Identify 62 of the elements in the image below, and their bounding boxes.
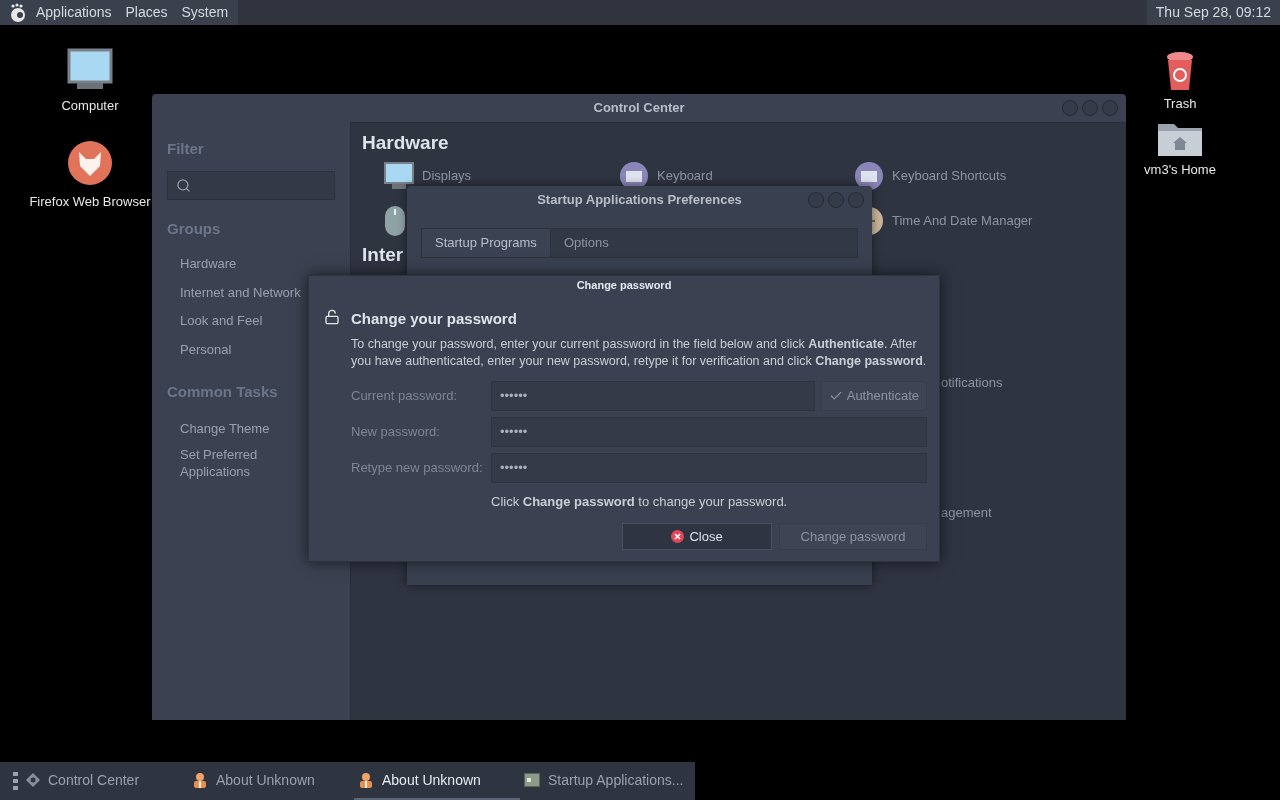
hint-text: Click Change password to change your password. xyxy=(491,492,789,511)
section-heading: Inter xyxy=(362,242,404,267)
person-icon xyxy=(192,772,208,788)
panel-menu[interactable]: Applications xyxy=(30,2,118,23)
person-icon xyxy=(358,772,374,788)
panel-menu[interactable]: System xyxy=(175,2,235,23)
window-control-button[interactable] xyxy=(1062,100,1078,116)
control-item-label[interactable]: Keyboard xyxy=(657,165,713,186)
window-control-button[interactable] xyxy=(1082,100,1098,116)
password-field[interactable]: •••••• xyxy=(491,452,927,483)
window-control-button[interactable] xyxy=(808,192,824,208)
monitor-icon xyxy=(384,161,414,190)
panel-menu[interactable]: Places xyxy=(119,2,174,23)
common-tasks-heading: Common Tasks xyxy=(167,382,279,402)
control-item-label[interactable]: Displays xyxy=(422,165,472,186)
desktop-icon-label[interactable]: Firefox Web Browser xyxy=(29,191,151,211)
window-control-button[interactable] xyxy=(1102,100,1118,116)
search-field[interactable] xyxy=(167,170,335,200)
desktop-icon-label[interactable]: Trash xyxy=(1163,94,1197,114)
gear-icon xyxy=(26,773,40,787)
taskbar-button[interactable]: Control Center xyxy=(22,762,188,800)
desktop-icon-label[interactable]: Computer xyxy=(61,96,119,116)
field-label: New password: xyxy=(351,422,441,441)
close-icon xyxy=(671,530,685,543)
field-label: Current password: xyxy=(351,386,459,405)
control-item-label[interactable]: Time And Date Manager xyxy=(892,210,1033,231)
close-button[interactable]: Close xyxy=(622,523,772,550)
section-heading: Hardware xyxy=(362,131,449,155)
dialog-message: To change your password, enter your current password in the field below and click Authenticate. After you have authenticated, enter your new password, retype it for verification and click Change password. xyxy=(351,335,927,370)
control-item-label[interactable]: Keyboard Shortcuts xyxy=(892,165,1007,186)
tab[interactable]: Startup Programs xyxy=(422,229,551,257)
monitor-icon xyxy=(67,48,113,90)
taskbar-button[interactable]: About Unknown xyxy=(188,762,354,800)
field-label: Retype new password: xyxy=(351,458,484,477)
groups-heading: Groups xyxy=(167,218,222,239)
foot-logo-icon[interactable] xyxy=(8,2,28,23)
tab[interactable]: Options xyxy=(550,229,622,257)
handle-icon[interactable] xyxy=(13,772,19,790)
terminal-icon xyxy=(524,773,540,787)
search-icon xyxy=(176,177,191,193)
fox-icon xyxy=(67,139,113,186)
task-item[interactable]: Change Theme xyxy=(180,419,290,437)
filter-heading: Filter xyxy=(167,139,205,159)
desktop-icon-label[interactable]: vm3's Home xyxy=(1144,159,1216,179)
window-title: Startup Applications Preferences xyxy=(537,191,742,210)
panel-clock[interactable]: Thu Sep 28, 09:12 xyxy=(1146,0,1280,25)
window-control-button[interactable] xyxy=(828,192,844,208)
window-title: Control Center xyxy=(593,99,685,118)
task-item[interactable]: Set Preferred Applications xyxy=(180,445,290,480)
window-control-button[interactable] xyxy=(848,192,864,208)
mouse-icon xyxy=(384,204,406,237)
taskbar-button[interactable]: About Unknown xyxy=(354,762,520,800)
group-item[interactable]: Hardware xyxy=(180,254,335,274)
unlocked-lock-icon xyxy=(324,309,340,325)
control-item-label[interactable]: otifications xyxy=(941,373,1126,393)
keyboard-icon xyxy=(854,160,884,191)
password-field[interactable]: •••••• xyxy=(491,380,815,411)
dialog-title: Change password xyxy=(576,277,672,293)
password-field[interactable]: •••••• xyxy=(491,416,927,447)
taskbar-button[interactable]: Startup Applications... xyxy=(520,762,686,800)
dialog-heading: Change your password xyxy=(351,309,518,329)
control-item-label[interactable]: agement xyxy=(941,502,1126,522)
